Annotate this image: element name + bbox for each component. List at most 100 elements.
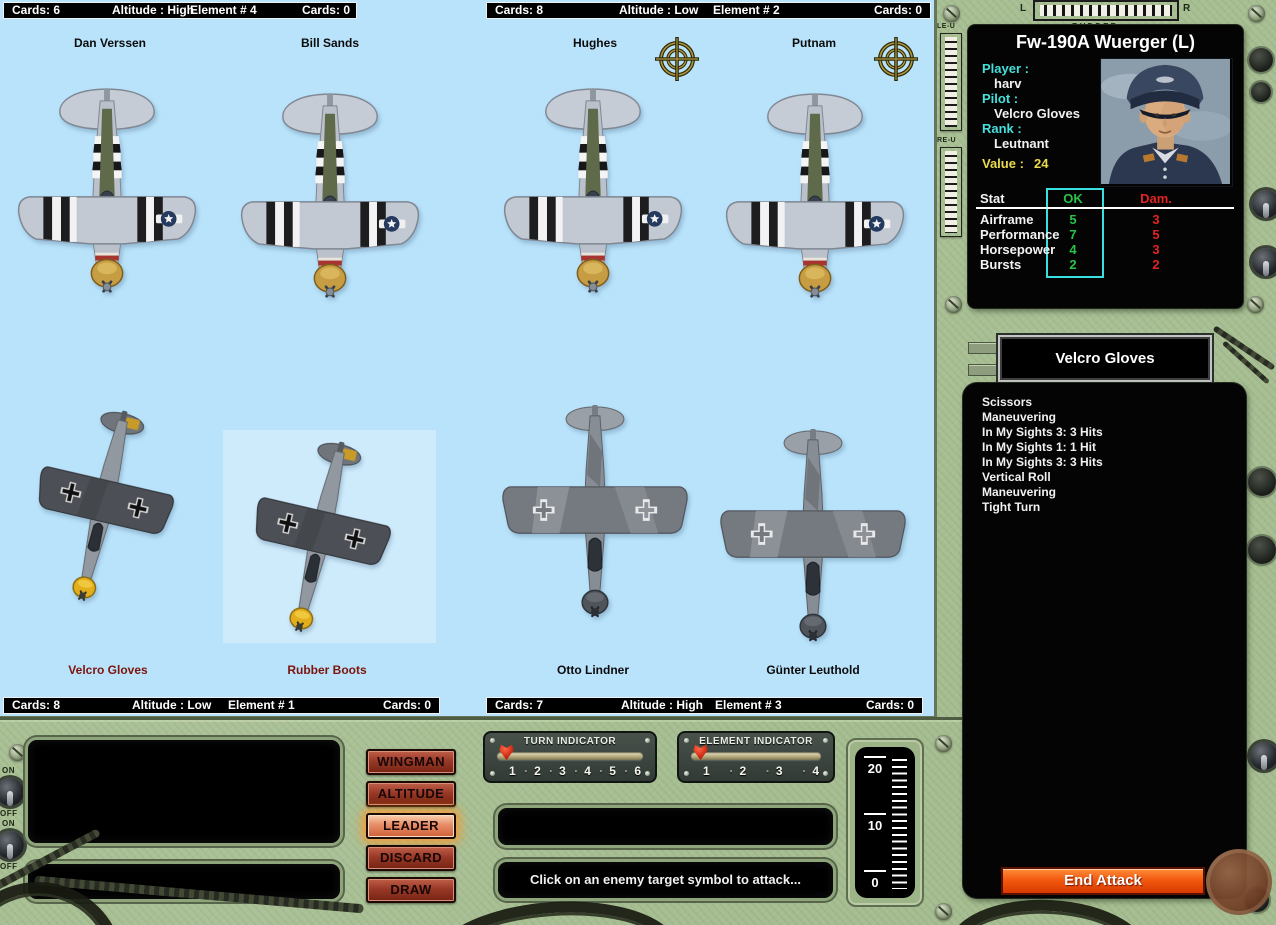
aircraft-p47[interactable] — [14, 85, 200, 295]
stat-dam: 3 — [1128, 242, 1184, 257]
hand-panel: Scissors Maneuvering In My Sights 3: 3 H… — [963, 383, 1246, 898]
aircraft-fw190[interactable] — [497, 404, 693, 619]
aircraft-title: Fw-190A Wuerger (L) — [968, 32, 1243, 53]
hand-card[interactable]: In My Sights 3: 3 Hits — [982, 425, 1222, 440]
dial-knob-icon[interactable] — [1249, 48, 1273, 72]
aircraft-p47[interactable] — [237, 90, 423, 300]
stat-ok: 2 — [1048, 257, 1098, 272]
altitude-tick-marks — [892, 759, 907, 889]
value-label: Value : — [982, 156, 1024, 171]
hand-card[interactable]: Maneuvering — [982, 485, 1222, 500]
cards-count: Cards: 7 — [495, 699, 543, 712]
plane-label: Dan Verssen — [25, 36, 195, 50]
play-display-screen — [498, 808, 833, 845]
element-number: Element # 2 — [713, 4, 780, 17]
altitude-status: Altitude : Low — [619, 4, 698, 17]
element-indicator-title: ELEMENT INDICATOR — [679, 736, 833, 747]
altitude-status: Altitude : Low — [132, 699, 211, 712]
rank-label: Rank : — [982, 121, 1022, 136]
cards-count: Cards: 8 — [495, 4, 543, 17]
selected-pilot-plate: Velcro Gloves — [998, 335, 1212, 382]
altitude-status: Altitude : High — [112, 4, 194, 17]
aircraft-fw190[interactable] — [715, 428, 911, 643]
discard-button[interactable]: DISCARD — [366, 845, 456, 871]
watermark-logo — [1206, 849, 1272, 915]
plane-label: Bill Sands — [245, 36, 415, 50]
hand-card[interactable]: Maneuvering — [982, 410, 1222, 425]
turn-indicator: TURN INDICATOR 123456 — [483, 731, 657, 783]
battlefield: Cards: 6 Altitude : High Element # 4 Car… — [0, 0, 937, 719]
stats-header-stat: Stat — [980, 191, 1005, 206]
status-bar-element-3: Cards: 7 Altitude : High Element # 3 Car… — [486, 697, 923, 714]
screw-icon — [935, 735, 952, 752]
toggle-off-label: OFF — [0, 809, 18, 818]
enemy-target-icon[interactable] — [655, 37, 699, 81]
panel-seam — [0, 717, 962, 720]
altitude-gauge: 20 10 0 — [846, 738, 924, 907]
aircraft-p47[interactable] — [722, 90, 908, 300]
altitude-button[interactable]: ALTITUDE — [366, 781, 456, 807]
element-indicator-track[interactable] — [691, 752, 821, 760]
status-bar-element-2: Cards: 8 Altitude : Low Element # 2 Card… — [486, 2, 931, 19]
rank-value: Leutnant — [994, 136, 1049, 151]
aircraft-p47[interactable] — [500, 85, 686, 295]
draw-button[interactable]: DRAW — [366, 877, 456, 903]
stat-dam: 2 — [1128, 257, 1184, 272]
stats-divider — [976, 207, 1234, 209]
hand-card[interactable]: Scissors — [982, 395, 1222, 410]
toggle-switch-icon[interactable] — [1250, 742, 1276, 770]
stat-name: Airframe — [980, 212, 1033, 227]
pilot-photo — [1100, 58, 1233, 187]
turn-indicator-track[interactable] — [497, 752, 643, 760]
stat-dam: 3 — [1128, 212, 1184, 227]
status-bar-element-1: Cards: 8 Altitude : Low Element # 1 Card… — [3, 697, 440, 714]
plane-label: Otto Lindner — [508, 663, 678, 677]
turn-indicator-title: TURN INDICATOR — [485, 736, 655, 747]
enemy-target-icon[interactable] — [874, 37, 918, 81]
dial-knob-icon[interactable] — [1251, 82, 1271, 102]
status-bar-element-4: Cards: 6 Altitude : High Element # 4 Car… — [3, 2, 357, 19]
left-gauge-top-label: LE-U — [937, 23, 955, 30]
hand-card[interactable]: In My Sights 1: 1 Hit — [982, 440, 1222, 455]
dial-knob-icon[interactable] — [1248, 468, 1276, 496]
stat-dam: 5 — [1128, 227, 1184, 242]
toggle-switch-icon[interactable] — [1252, 190, 1276, 218]
plate-hinge — [968, 364, 1000, 376]
toggle-off-label: OFF — [0, 862, 18, 871]
toggle-switch-icon[interactable] — [1252, 248, 1276, 276]
screw-icon — [943, 5, 960, 22]
plane-label: Rubber Boots — [242, 663, 412, 677]
plate-hinge — [968, 342, 1000, 354]
dial-knob-icon[interactable] — [1248, 536, 1276, 564]
end-attack-button[interactable]: End Attack — [1003, 869, 1203, 893]
aircraft-fw190[interactable] — [12, 391, 195, 622]
player-label: Player : — [982, 61, 1029, 76]
element-indicator: ELEMENT INDICATOR 1234 — [677, 731, 835, 783]
left-gauge-bottom-label: RE-U — [937, 137, 956, 144]
screw-icon — [1248, 5, 1265, 22]
toggle-switch-icon[interactable] — [0, 831, 24, 859]
tire-decoration — [945, 895, 1152, 925]
hand-card[interactable]: Tight Turn — [982, 500, 1222, 515]
wingman-button[interactable]: WINGMAN — [366, 749, 456, 775]
leader-button[interactable]: LEADER — [366, 813, 456, 839]
rudder-right-label: R — [1183, 3, 1191, 14]
stats-header-dam: Dam. — [1128, 191, 1184, 206]
action-button-column: WINGMAN ALTITUDE LEADER DISCARD DRAW — [366, 749, 458, 909]
game-window: Cards: 6 Altitude : High Element # 4 Car… — [0, 0, 1276, 925]
rudder-gauge — [1033, 0, 1179, 21]
altitude-status: Altitude : High — [621, 699, 703, 712]
toggle-on-label: ON — [2, 819, 15, 828]
stat-name: Bursts — [980, 257, 1021, 272]
pilot-label: Pilot : — [982, 91, 1018, 106]
altitude-tick-0: 0 — [862, 875, 888, 890]
element-indicator-scale: 1234 — [703, 764, 819, 778]
card-display-screen — [28, 740, 340, 843]
screw-icon — [9, 744, 26, 761]
hand-card[interactable]: In My Sights 3: 3 Hits — [982, 455, 1222, 470]
hand-card[interactable]: Vertical Roll — [982, 470, 1222, 485]
toggle-switch-icon[interactable] — [0, 778, 24, 806]
stat-ok: 5 — [1048, 212, 1098, 227]
cards-count-2: Cards: 0 — [866, 699, 914, 712]
cards-count: Cards: 8 — [12, 699, 60, 712]
